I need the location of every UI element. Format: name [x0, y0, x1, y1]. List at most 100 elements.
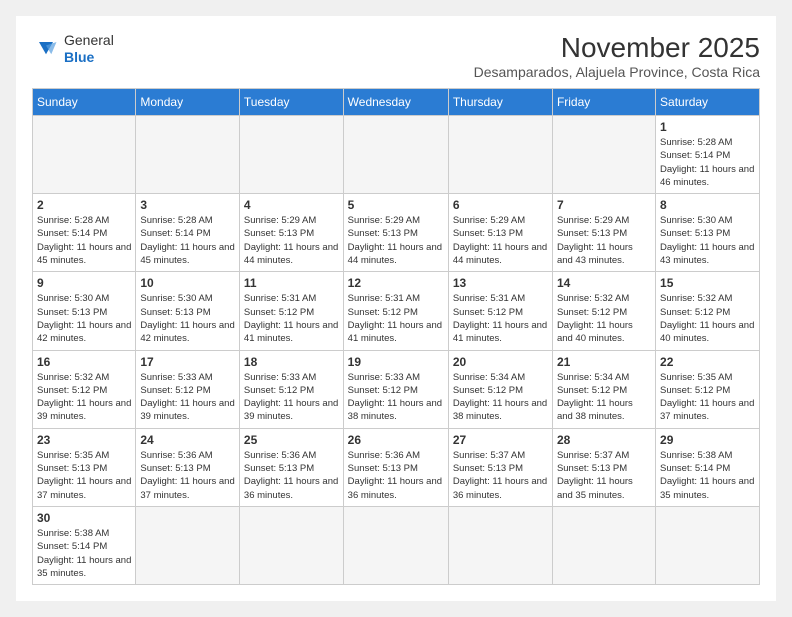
- page-header: General Blue November 2025 Desamparados,…: [32, 32, 760, 80]
- calendar-table: SundayMondayTuesdayWednesdayThursdayFrid…: [32, 88, 760, 585]
- day-sun-info: Sunrise: 5:28 AM Sunset: 5:14 PM Dayligh…: [140, 214, 235, 267]
- logo-icon: [32, 35, 60, 63]
- calendar-day-cell: 19 Sunrise: 5:33 AM Sunset: 5:12 PM Dayli…: [343, 350, 448, 428]
- calendar-day-cell: 18 Sunrise: 5:33 AM Sunset: 5:12 PM Dayli…: [239, 350, 343, 428]
- day-sun-info: Sunrise: 5:34 AM Sunset: 5:12 PM Dayligh…: [557, 371, 651, 424]
- day-sun-info: Sunrise: 5:37 AM Sunset: 5:13 PM Dayligh…: [557, 449, 651, 502]
- calendar-day-cell: 12Sunrise: 5:31 AM Sunset: 5:12 PM Dayli…: [343, 272, 448, 350]
- day-sun-info: Sunrise: 5:30 AM Sunset: 5:13 PM Dayligh…: [37, 292, 131, 345]
- calendar-day-cell: 22 Sunrise: 5:35 AM Sunset: 5:12 PM Dayli…: [656, 350, 760, 428]
- day-sun-info: Sunrise: 5:30 AM Sunset: 5:13 PM Dayligh…: [140, 292, 235, 345]
- day-number: 19: [348, 355, 444, 369]
- day-number: 11: [244, 276, 339, 290]
- day-sun-info: Sunrise: 5:38 AM Sunset: 5:14 PM Dayligh…: [37, 527, 131, 580]
- day-sun-info: Sunrise: 5:38 AM Sunset: 5:14 PM Dayligh…: [660, 449, 755, 502]
- day-sun-info: Sunrise: 5:36 AM Sunset: 5:13 PM Dayligh…: [140, 449, 235, 502]
- calendar-day-cell: [656, 506, 760, 584]
- calendar-day-cell: [239, 116, 343, 194]
- calendar-day-cell: 24Sunrise: 5:36 AM Sunset: 5:13 PM Dayli…: [136, 428, 240, 506]
- calendar-day-cell: [343, 116, 448, 194]
- calendar-day-cell: [239, 506, 343, 584]
- weekday-header: Friday: [552, 89, 655, 116]
- day-number: 10: [140, 276, 235, 290]
- day-number: 29: [660, 433, 755, 447]
- calendar-day-cell: 11 Sunrise: 5:31 AM Sunset: 5:12 PM Dayli…: [239, 272, 343, 350]
- month-title: November 2025: [474, 32, 760, 64]
- weekday-header: Wednesday: [343, 89, 448, 116]
- calendar-day-cell: 16 Sunrise: 5:32 AM Sunset: 5:12 PM Dayli…: [33, 350, 136, 428]
- location-subtitle: Desamparados, Alajuela Province, Costa R…: [474, 64, 760, 80]
- calendar-week-row: 9Sunrise: 5:30 AM Sunset: 5:13 PM Daylig…: [33, 272, 760, 350]
- calendar-day-cell: [448, 506, 552, 584]
- weekday-header: Monday: [136, 89, 240, 116]
- logo-general: General: [64, 32, 114, 48]
- calendar-day-cell: [343, 506, 448, 584]
- calendar-day-cell: 23Sunrise: 5:35 AM Sunset: 5:13 PM Dayli…: [33, 428, 136, 506]
- calendar-day-cell: [136, 506, 240, 584]
- day-sun-info: Sunrise: 5:32 AM Sunset: 5:12 PM Dayligh…: [557, 292, 651, 345]
- day-sun-info: Sunrise: 5:36 AM Sunset: 5:13 PM Dayligh…: [244, 449, 339, 502]
- day-number: 30: [37, 511, 131, 525]
- calendar-day-cell: [552, 116, 655, 194]
- day-sun-info: Sunrise: 5:30 AM Sunset: 5:13 PM Dayligh…: [660, 214, 755, 267]
- weekday-header: Tuesday: [239, 89, 343, 116]
- calendar-week-row: 16 Sunrise: 5:32 AM Sunset: 5:12 PM Dayli…: [33, 350, 760, 428]
- day-sun-info: Sunrise: 5:28 AM Sunset: 5:14 PM Dayligh…: [37, 214, 131, 267]
- calendar-day-cell: 29 Sunrise: 5:38 AM Sunset: 5:14 PM Dayli…: [656, 428, 760, 506]
- day-sun-info: Sunrise: 5:32 AM Sunset: 5:12 PM Dayligh…: [660, 292, 755, 345]
- calendar-day-cell: 14Sunrise: 5:32 AM Sunset: 5:12 PM Dayli…: [552, 272, 655, 350]
- day-number: 22: [660, 355, 755, 369]
- day-number: 26: [348, 433, 444, 447]
- day-sun-info: Sunrise: 5:31 AM Sunset: 5:12 PM Dayligh…: [453, 292, 548, 345]
- day-sun-info: Sunrise: 5:35 AM Sunset: 5:13 PM Dayligh…: [37, 449, 131, 502]
- calendar-day-cell: [448, 116, 552, 194]
- calendar-day-cell: 7 Sunrise: 5:29 AM Sunset: 5:13 PM Daylig…: [552, 194, 655, 272]
- day-number: 21: [557, 355, 651, 369]
- calendar-day-cell: 28 Sunrise: 5:37 AM Sunset: 5:13 PM Dayli…: [552, 428, 655, 506]
- day-number: 4: [244, 198, 339, 212]
- calendar-week-row: 2 Sunrise: 5:28 AM Sunset: 5:14 PM Daylig…: [33, 194, 760, 272]
- day-number: 2: [37, 198, 131, 212]
- weekday-header-row: SundayMondayTuesdayWednesdayThursdayFrid…: [33, 89, 760, 116]
- day-number: 28: [557, 433, 651, 447]
- day-number: 16: [37, 355, 131, 369]
- calendar-day-cell: 4 Sunrise: 5:29 AM Sunset: 5:13 PM Daylig…: [239, 194, 343, 272]
- day-sun-info: Sunrise: 5:31 AM Sunset: 5:12 PM Dayligh…: [244, 292, 339, 345]
- calendar-day-cell: 6 Sunrise: 5:29 AM Sunset: 5:13 PM Daylig…: [448, 194, 552, 272]
- day-number: 6: [453, 198, 548, 212]
- calendar-day-cell: 9Sunrise: 5:30 AM Sunset: 5:13 PM Daylig…: [33, 272, 136, 350]
- calendar-day-cell: 20Sunrise: 5:34 AM Sunset: 5:12 PM Dayli…: [448, 350, 552, 428]
- calendar-week-row: 1 Sunrise: 5:28 AM Sunset: 5:14 PM Daylig…: [33, 116, 760, 194]
- day-number: 17: [140, 355, 235, 369]
- day-number: 25: [244, 433, 339, 447]
- day-sun-info: Sunrise: 5:33 AM Sunset: 5:12 PM Dayligh…: [244, 371, 339, 424]
- day-number: 13: [453, 276, 548, 290]
- day-number: 15: [660, 276, 755, 290]
- day-number: 18: [244, 355, 339, 369]
- day-sun-info: Sunrise: 5:35 AM Sunset: 5:12 PM Dayligh…: [660, 371, 755, 424]
- day-sun-info: Sunrise: 5:33 AM Sunset: 5:12 PM Dayligh…: [348, 371, 444, 424]
- day-number: 1: [660, 120, 755, 134]
- day-number: 27: [453, 433, 548, 447]
- calendar-day-cell: 10 Sunrise: 5:30 AM Sunset: 5:13 PM Dayli…: [136, 272, 240, 350]
- weekday-header: Sunday: [33, 89, 136, 116]
- day-sun-info: Sunrise: 5:37 AM Sunset: 5:13 PM Dayligh…: [453, 449, 548, 502]
- day-sun-info: Sunrise: 5:29 AM Sunset: 5:13 PM Dayligh…: [244, 214, 339, 267]
- calendar-day-cell: [552, 506, 655, 584]
- logo-blue: Blue: [64, 49, 94, 65]
- day-sun-info: Sunrise: 5:32 AM Sunset: 5:12 PM Dayligh…: [37, 371, 131, 424]
- calendar-day-cell: 13 Sunrise: 5:31 AM Sunset: 5:12 PM Dayli…: [448, 272, 552, 350]
- day-sun-info: Sunrise: 5:34 AM Sunset: 5:12 PM Dayligh…: [453, 371, 548, 424]
- day-sun-info: Sunrise: 5:29 AM Sunset: 5:13 PM Dayligh…: [453, 214, 548, 267]
- calendar-day-cell: 27 Sunrise: 5:37 AM Sunset: 5:13 PM Dayli…: [448, 428, 552, 506]
- day-number: 7: [557, 198, 651, 212]
- calendar-day-cell: 30 Sunrise: 5:38 AM Sunset: 5:14 PM Dayli…: [33, 506, 136, 584]
- calendar-day-cell: 1 Sunrise: 5:28 AM Sunset: 5:14 PM Daylig…: [656, 116, 760, 194]
- day-sun-info: Sunrise: 5:28 AM Sunset: 5:14 PM Dayligh…: [660, 136, 755, 189]
- calendar-day-cell: 8Sunrise: 5:30 AM Sunset: 5:13 PM Daylig…: [656, 194, 760, 272]
- calendar-day-cell: 25 Sunrise: 5:36 AM Sunset: 5:13 PM Dayli…: [239, 428, 343, 506]
- calendar-day-cell: 15 Sunrise: 5:32 AM Sunset: 5:12 PM Dayli…: [656, 272, 760, 350]
- day-sun-info: Sunrise: 5:29 AM Sunset: 5:13 PM Dayligh…: [557, 214, 651, 267]
- logo-text: General Blue: [64, 32, 114, 66]
- day-sun-info: Sunrise: 5:36 AM Sunset: 5:13 PM Dayligh…: [348, 449, 444, 502]
